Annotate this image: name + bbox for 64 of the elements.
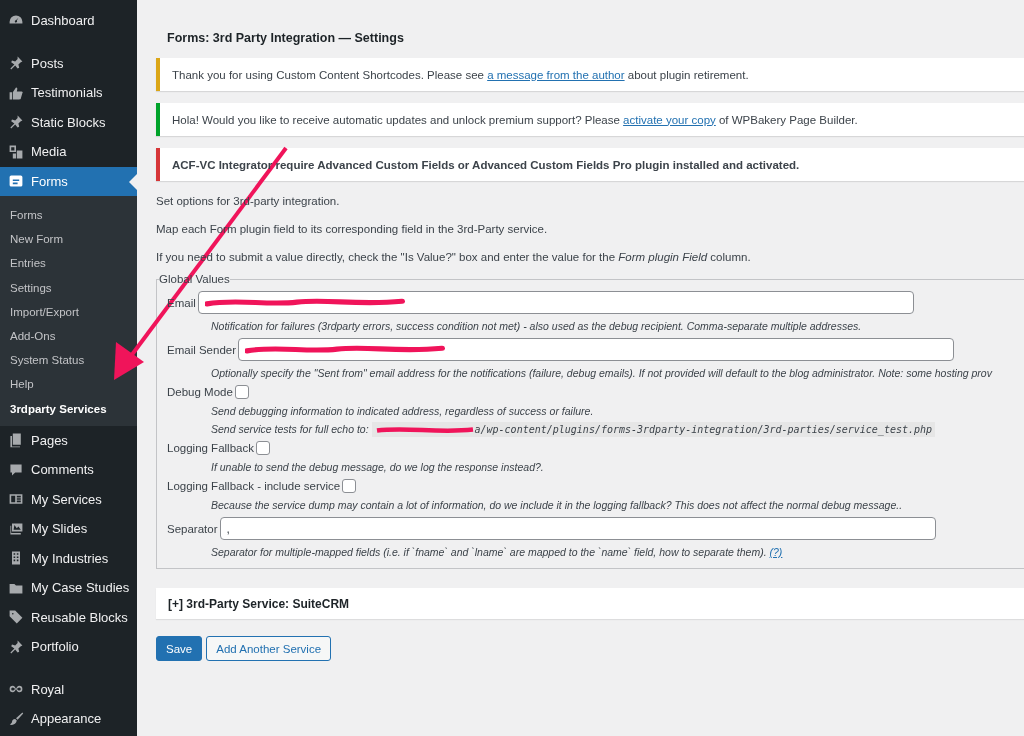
menu-item[interactable]: Dashboard <box>0 6 137 36</box>
submenu-item[interactable]: Entries <box>0 251 50 276</box>
field-description: Send debugging information to indicated address, regardless of success or failure. <box>211 405 595 417</box>
menu-item[interactable]: Posts <box>0 48 137 78</box>
menu-item[interactable]: Royal <box>0 674 137 705</box>
submenu-item[interactable]: Forms <box>0 203 47 228</box>
checkbox[interactable] <box>255 441 270 455</box>
menu-item[interactable]: My Case Studies <box>0 573 137 603</box>
notice-link[interactable]: a message from the author <box>487 68 625 81</box>
field-description: If unable to send the debug message, do we log the response instead?. <box>211 461 545 473</box>
pin-icon <box>8 638 24 655</box>
submenu-item[interactable]: Import/Export <box>0 299 84 324</box>
brush-icon <box>8 710 24 727</box>
submenu-item[interactable]: Add-Ons <box>0 323 60 349</box>
field-description: Optionally specify the "Sent from" email address for the notifications (failure, debug emails). If not provided will default to the blog administrator. Note: some hosting prov <box>211 367 994 379</box>
notice-link[interactable]: activate your copy <box>623 113 716 126</box>
field-label: Separator <box>167 522 218 535</box>
menu-item[interactable]: Portfolio <box>0 632 137 662</box>
menu-item[interactable]: Forms <box>0 166 137 196</box>
field-label: Logging Fallback <box>167 442 254 454</box>
service-panel[interactable]: [+] 3rd-Party Service: SuiteCRM <box>156 588 1024 619</box>
text-field[interactable] <box>238 338 955 361</box>
field-label: Email Sender <box>167 343 237 356</box>
notice-text: Hola! Would you like to receive automatic updates and unlock premium support? Please activate your copy of WPBakery Page Builder. <box>172 113 858 126</box>
field-label: Debug Mode <box>167 386 233 398</box>
slides-icon <box>8 520 24 537</box>
submenu-item[interactable]: System Status <box>0 348 89 373</box>
form-icon <box>8 173 24 190</box>
menu-item[interactable]: Reusable Blocks <box>0 602 137 633</box>
menu-item[interactable]: Appearance <box>0 704 137 734</box>
menu-item[interactable]: My Slides <box>0 514 137 544</box>
speech-bubble-icon <box>8 461 24 478</box>
code-path: a/wp-content/plugins/forms-3rdparty-integration/3rd-parties/service_test.php <box>371 422 936 437</box>
menu-item[interactable]: Static Blocks <box>0 107 137 137</box>
menu-item[interactable]: Comments <box>0 455 137 485</box>
media-icon <box>8 143 24 160</box>
menu-item[interactable]: Media <box>0 137 137 167</box>
menu-item[interactable]: My Services <box>0 484 137 515</box>
submenu-item[interactable]: Settings <box>0 275 56 300</box>
text-field[interactable] <box>197 291 914 314</box>
menu-item[interactable]: Testimonials <box>0 78 137 108</box>
tag-icon <box>8 609 24 626</box>
pin-icon <box>8 55 24 72</box>
text-field[interactable]: , <box>219 517 936 540</box>
submenu-item[interactable]: 3rdparty Services <box>0 396 111 421</box>
menu-item[interactable]: Pages <box>0 425 137 456</box>
field-label: Logging Fallback - include service <box>167 480 341 492</box>
checkbox[interactable] <box>342 479 357 493</box>
pin-icon <box>8 114 24 131</box>
field-description: Because the service dump may contain a lot of information, do we include it in the logging fallback? This does not affect the normal debug message.. <box>211 499 904 511</box>
field-description: Send service tests for full echo to: a/wp-content/plugins/forms-3rdparty-integration/3rd-parties/service_test.php <box>211 423 1024 435</box>
submenu-item[interactable]: Help <box>0 372 38 397</box>
menu-item[interactable]: My Industries <box>0 543 137 574</box>
add-service-button[interactable]: Add Another Service <box>206 636 332 661</box>
submenu-item[interactable]: New Form <box>0 227 68 252</box>
page-title: Forms: 3rd Party Integration — Settings <box>167 31 405 45</box>
field-description: Separator for multiple-mapped fields (i.e. if `fname` and `lname` are mapped to the `name` field, how to separate them). (?) <box>211 546 784 558</box>
pages-icon <box>8 432 24 449</box>
field-description: Notification for failures (3rdparty errors, success condition not met) - also used as the debug recipient. Comma-separate multiple addresses. <box>211 320 863 332</box>
notice-text: ACF-VC Integrator require Advanced Custom Fields or Advanced Custom Fields Pro plugin installed and activated. <box>172 158 800 171</box>
notice-text: Thank you for using Custom Content Shortcodes. Please see a message from the author about plugin retirement. <box>172 68 749 81</box>
checkbox[interactable] <box>234 385 249 399</box>
save-button[interactable]: Save <box>156 636 203 661</box>
help-link[interactable]: (?) <box>769 546 783 558</box>
